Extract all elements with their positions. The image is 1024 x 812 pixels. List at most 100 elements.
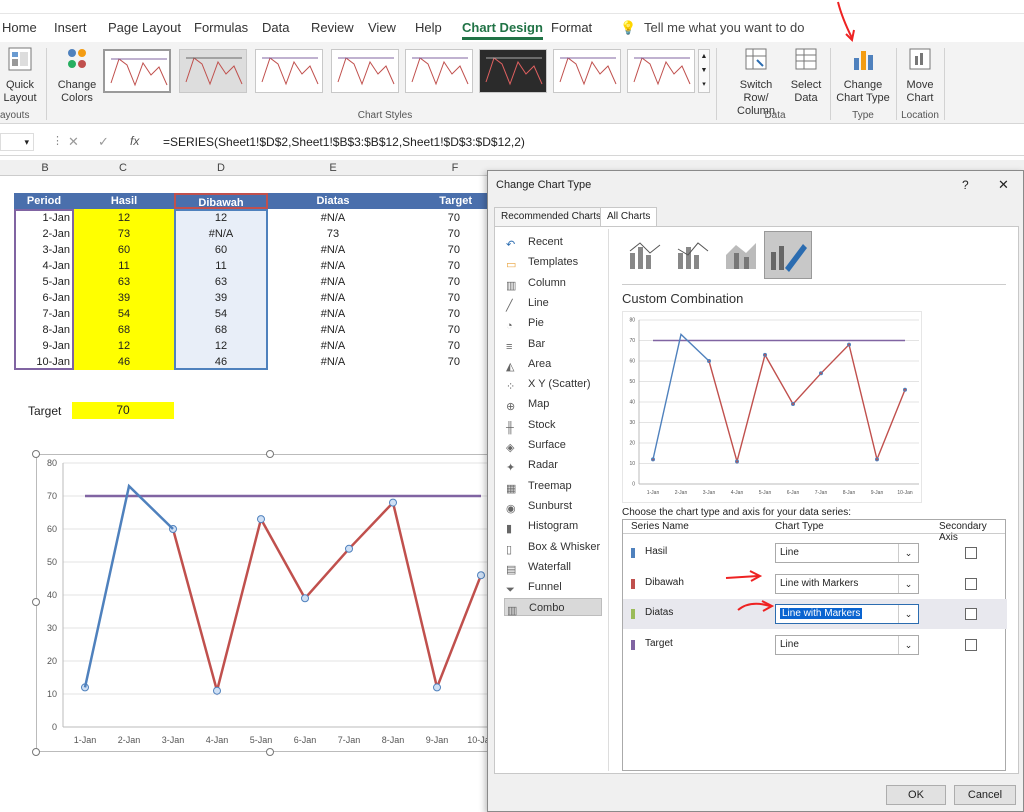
menu-help[interactable]: Help <box>415 20 442 35</box>
cell-target[interactable]: 70 <box>398 210 488 226</box>
chart-type-recent[interactable]: ↶ Recent <box>506 233 563 251</box>
cell-period[interactable]: 3-Jan <box>14 242 74 258</box>
cell-diatas[interactable]: #N/A <box>268 242 398 258</box>
chart-type-area[interactable]: ◭ Area <box>506 355 551 373</box>
cell-dibawah[interactable]: 39 <box>174 290 268 306</box>
cell-diatas[interactable]: #N/A <box>268 290 398 306</box>
cell-target[interactable]: 70 <box>398 306 488 322</box>
resize-handle[interactable] <box>32 748 40 756</box>
cell-diatas[interactable]: #N/A <box>268 274 398 290</box>
combo-subtype-1[interactable] <box>626 235 666 275</box>
cell-dibawah[interactable]: 54 <box>174 306 268 322</box>
chart-type-dropdown[interactable]: Line ⌄ <box>775 634 919 655</box>
chart-type-dropdown[interactable]: Line ⌄ <box>775 543 919 563</box>
menu-data[interactable]: Data <box>262 20 289 35</box>
move-chart-button[interactable]: Move Chart <box>900 46 940 105</box>
cell-target[interactable]: 70 <box>398 226 488 242</box>
cell-period[interactable]: 9-Jan <box>14 338 74 354</box>
cancel-button[interactable]: Cancel <box>954 785 1016 805</box>
menu-insert[interactable]: Insert <box>54 20 87 35</box>
chart-style-8[interactable] <box>627 49 695 93</box>
cell-dibawah[interactable]: 60 <box>174 242 268 258</box>
chevron-down-icon[interactable]: ⌄ <box>898 605 918 623</box>
cell-dibawah[interactable]: 68 <box>174 322 268 338</box>
resize-handle[interactable] <box>266 748 274 756</box>
col-header[interactable]: C <box>114 162 132 174</box>
resize-handle[interactable] <box>32 598 40 606</box>
menu-formulas[interactable]: Formulas <box>194 20 248 35</box>
change-colors-button[interactable]: Change Colors <box>54 46 100 105</box>
cell-target[interactable]: 70 <box>398 242 488 258</box>
cell-target[interactable]: 70 <box>398 258 488 274</box>
cell-diatas[interactable]: #N/A <box>268 306 398 322</box>
cell-period[interactable]: 1-Jan <box>14 210 74 226</box>
resize-handle[interactable] <box>32 450 40 458</box>
chevron-down-icon[interactable]: ⌄ <box>898 574 918 593</box>
cell-period[interactable]: 8-Jan <box>14 322 74 338</box>
cell-hasil[interactable]: 54 <box>74 306 174 322</box>
cell-hasil[interactable]: 60 <box>74 242 174 258</box>
menu-format[interactable]: Format <box>551 20 592 35</box>
chart-type-column[interactable]: ▥ Column <box>506 274 566 292</box>
quick-layout-button[interactable]: Quick Layout <box>0 46 40 105</box>
cell-diatas[interactable]: #N/A <box>268 322 398 338</box>
tab-all-charts[interactable]: All Charts <box>600 207 658 227</box>
combo-subtype-custom[interactable] <box>764 231 812 279</box>
cell-target[interactable]: 70 <box>398 354 488 370</box>
cell-period[interactable]: 4-Jan <box>14 258 74 274</box>
formula-text[interactable]: =SERIES(Sheet1!$D$2,Sheet1!$B$3:$B$12,Sh… <box>163 135 525 149</box>
cell-target[interactable]: 70 <box>398 338 488 354</box>
ok-button[interactable]: OK <box>886 785 946 805</box>
cell-hasil[interactable]: 73 <box>74 226 174 242</box>
cell-dibawah[interactable]: 63 <box>174 274 268 290</box>
chart-type-dropdown[interactable]: Line with Markers ⌄ <box>775 604 919 624</box>
cell-period[interactable]: 5-Jan <box>14 274 74 290</box>
chart-style-1[interactable] <box>103 49 171 93</box>
chart-type-treemap[interactable]: ▦ Treemap <box>506 477 572 495</box>
cancel-icon[interactable]: ✕ <box>68 134 79 150</box>
chevron-down-icon[interactable]: ⌄ <box>898 635 918 654</box>
chart-type-funnel[interactable]: ⏷ Funnel <box>506 578 562 596</box>
change-chart-type-button[interactable]: Change Chart Type <box>836 46 890 105</box>
menu-view[interactable]: View <box>368 20 396 35</box>
line-chart[interactable]: 0 10 20 30 40 50 60 70 80 1-Jan 2-Jan 3-Jan 4-Jan 5-J… <box>36 454 506 752</box>
col-header[interactable]: E <box>324 162 342 174</box>
chart-type-box-whisker[interactable]: ▯ Box & Whisker <box>506 538 600 556</box>
tell-me-box[interactable]: Tell me what you want to do <box>644 20 804 35</box>
cell-period[interactable]: 10-Jan <box>14 354 74 370</box>
chart-type-bar[interactable]: ≡ Bar <box>506 335 545 353</box>
menu-page-layout[interactable]: Page Layout <box>108 20 181 35</box>
chart-type-combo[interactable]: ▥ Combo <box>504 598 602 617</box>
chart-type-radar[interactable]: ✦ Radar <box>506 456 558 474</box>
cell-diatas[interactable]: #N/A <box>268 210 398 226</box>
chart-style-5[interactable] <box>405 49 473 93</box>
cell-period[interactable]: 2-Jan <box>14 226 74 242</box>
close-button[interactable]: ✕ <box>998 177 1009 193</box>
chart-style-6[interactable] <box>479 49 547 93</box>
chart-type-x-y-scatter-[interactable]: ⁘ X Y (Scatter) <box>506 375 591 393</box>
cell-hasil[interactable]: 46 <box>74 354 174 370</box>
target-value-cell[interactable]: 70 <box>72 402 174 419</box>
cell-hasil[interactable]: 63 <box>74 274 174 290</box>
col-header[interactable]: F <box>446 162 464 174</box>
secondary-axis-checkbox[interactable] <box>965 547 977 559</box>
cell-hasil[interactable]: 12 <box>74 210 174 226</box>
combo-subtype-3[interactable] <box>722 235 762 275</box>
fx-icon[interactable]: fx <box>130 134 139 148</box>
switch-row-column-button[interactable]: Switch Row/ Column <box>726 46 786 118</box>
cell-dibawah[interactable]: 12 <box>174 338 268 354</box>
chart-type-histogram[interactable]: ▮ Histogram <box>506 517 578 535</box>
secondary-axis-checkbox[interactable] <box>965 638 977 651</box>
chart-type-surface[interactable]: ◈ Surface <box>506 436 566 454</box>
cell-dibawah[interactable]: 12 <box>174 210 268 226</box>
resize-handle[interactable] <box>266 450 274 458</box>
cell-hasil[interactable]: 39 <box>74 290 174 306</box>
chart-style-7[interactable] <box>553 49 621 93</box>
col-header[interactable]: B <box>36 162 54 174</box>
chart-type-templates[interactable]: ▭ Templates <box>506 253 578 271</box>
col-header[interactable]: D <box>212 162 230 174</box>
cell-diatas[interactable]: #N/A <box>268 354 398 370</box>
secondary-axis-checkbox[interactable] <box>965 577 977 590</box>
cell-hasil[interactable]: 12 <box>74 338 174 354</box>
enter-icon[interactable]: ✓ <box>98 134 109 150</box>
